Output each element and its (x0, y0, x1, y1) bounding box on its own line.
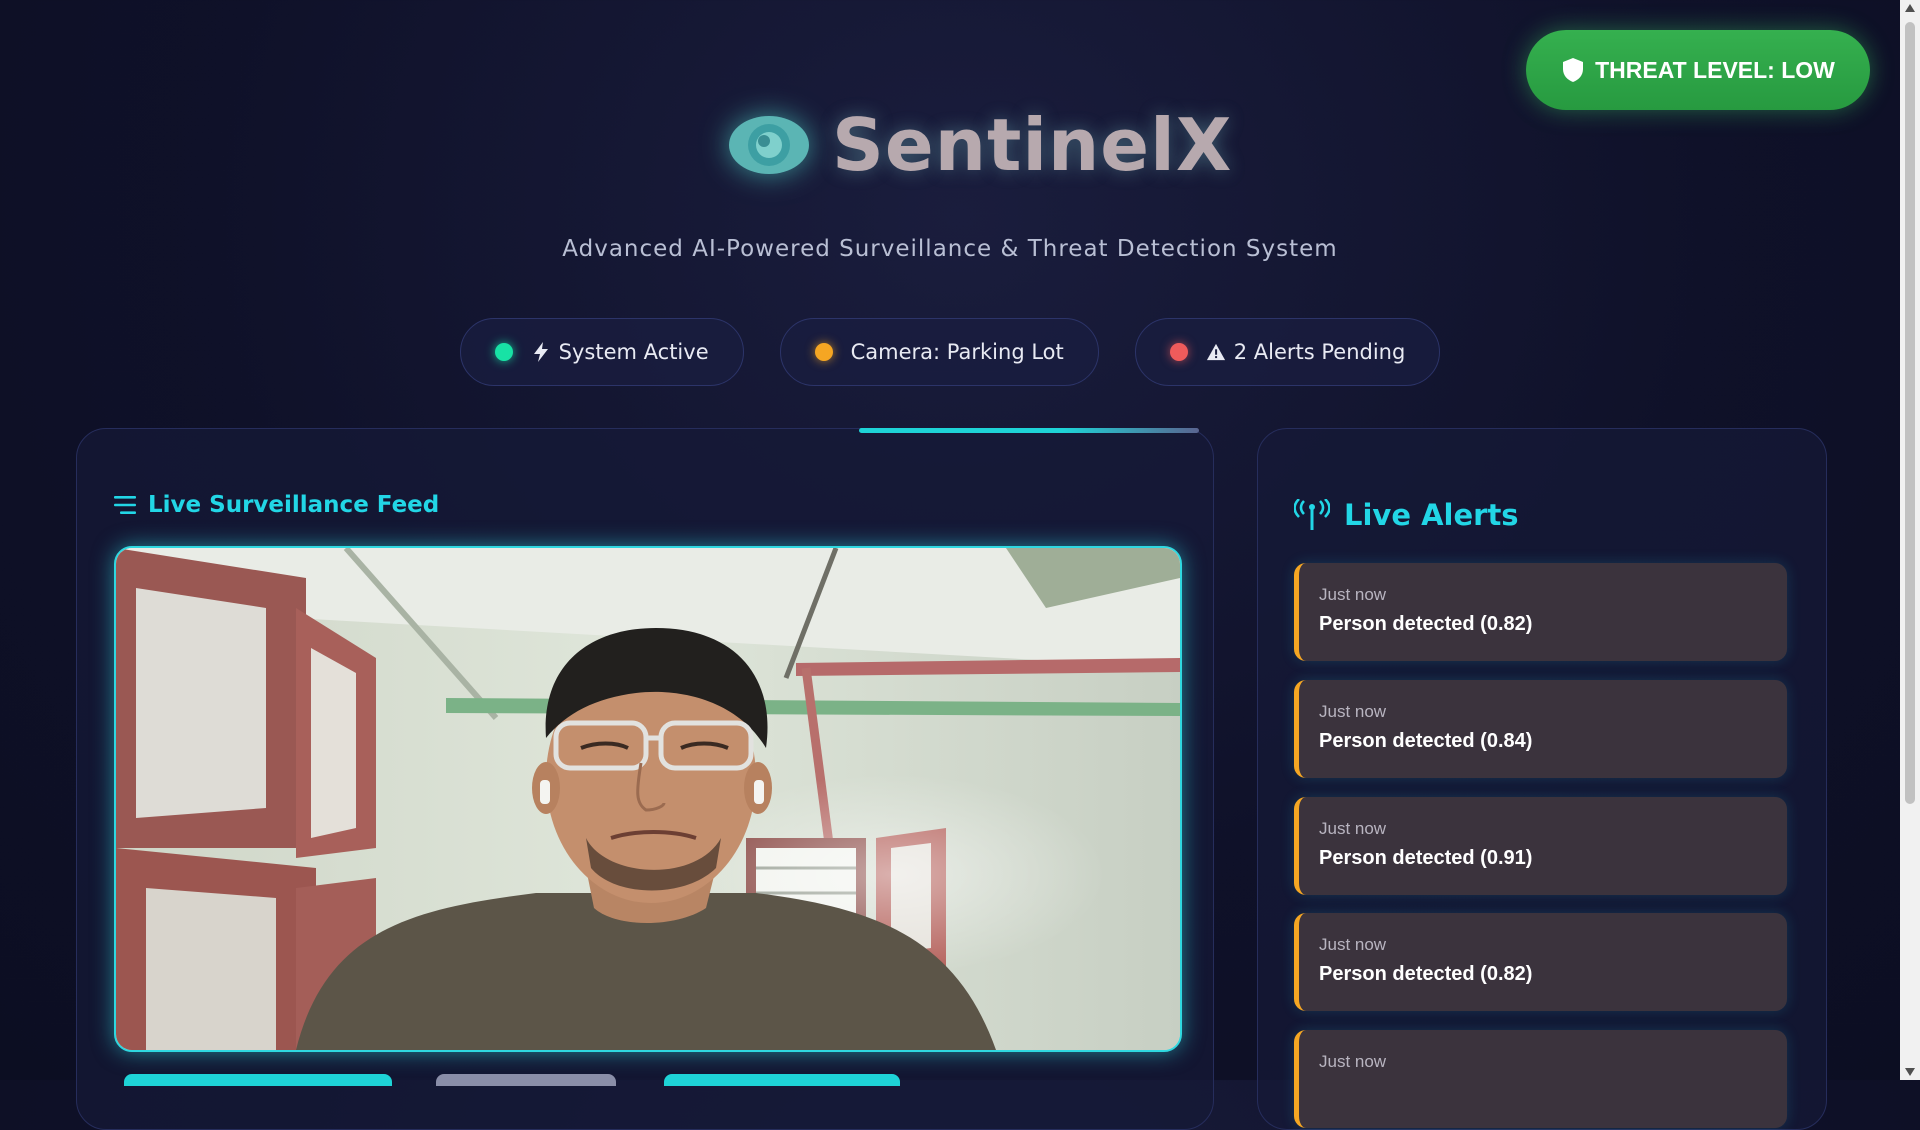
eye-icon (728, 114, 810, 176)
alerts-title: Live Alerts (1294, 498, 1519, 532)
alert-message: Person detected (0.82) (1319, 613, 1533, 635)
alert-time: Just now (1319, 935, 1387, 954)
alert-time: Just now (1319, 702, 1387, 721)
alert-time: Just now (1319, 1052, 1387, 1071)
feed-control-button-2[interactable] (436, 1074, 616, 1086)
alerts-panel (1257, 428, 1827, 1130)
alert-card[interactable]: Just now Person detected (0.91) (1294, 797, 1787, 895)
threat-level-label: THREAT LEVEL: LOW (1595, 56, 1835, 83)
lightning-icon (533, 342, 548, 362)
alert-message: Person detected (0.84) (1319, 730, 1533, 752)
page-subtitle: Advanced AI-Powered Surveillance & Threa… (562, 236, 1338, 262)
alert-message: Person detected (0.91) (1319, 847, 1533, 869)
scroll-down-arrow-icon[interactable] (1905, 1068, 1915, 1076)
alert-card[interactable]: Just now Person detected (0.82) (1294, 913, 1787, 1011)
scroll-thumb[interactable] (1905, 22, 1915, 804)
alerts-title-label: Live Alerts (1344, 498, 1519, 532)
feed-control-button-3[interactable] (664, 1074, 900, 1086)
feed-title: Live Surveillance Feed (114, 492, 439, 518)
camera-frame-image (116, 548, 1180, 1050)
alert-time: Just now (1319, 819, 1387, 838)
alert-message: Person detected (0.82) (1319, 963, 1533, 985)
alert-card[interactable]: Just now (1294, 1030, 1787, 1128)
status-bar: System Active Camera: Parking Lot 2 Aler… (0, 318, 1900, 386)
status-dot-red (1169, 343, 1188, 361)
status-alerts-label: 2 Alerts Pending (1233, 340, 1406, 364)
shield-icon (1563, 58, 1584, 82)
alert-card[interactable]: Just now Person detected (0.84) (1294, 680, 1787, 778)
status-alerts-pill: 2 Alerts Pending (1134, 318, 1441, 386)
live-video-feed[interactable] (114, 546, 1182, 1052)
brand-header: SentinelX (728, 100, 1232, 190)
status-camera-pill: Camera: Parking Lot (779, 318, 1099, 386)
threat-level-badge[interactable]: THREAT LEVEL: LOW (1526, 30, 1870, 110)
status-system-label: System Active (558, 340, 709, 364)
status-dot-orange (814, 343, 833, 361)
alert-card[interactable]: Just now Person detected (0.82) (1294, 563, 1787, 661)
status-camera-label: Camera: Parking Lot (850, 340, 1064, 364)
feed-progress-accent (859, 428, 1199, 433)
status-dot-green (494, 343, 513, 361)
feed-control-button-1[interactable] (124, 1074, 392, 1086)
brand-name: SentinelX (832, 103, 1233, 187)
broadcast-tower-icon (1294, 499, 1330, 530)
page-scrollbar[interactable] (1900, 0, 1920, 1080)
warning-icon (1206, 343, 1225, 361)
alert-time: Just now (1319, 585, 1387, 604)
menu-lines-icon (114, 496, 136, 514)
feed-title-label: Live Surveillance Feed (148, 492, 440, 518)
status-system-pill: System Active (459, 318, 744, 386)
scroll-up-arrow-icon[interactable] (1905, 4, 1915, 12)
